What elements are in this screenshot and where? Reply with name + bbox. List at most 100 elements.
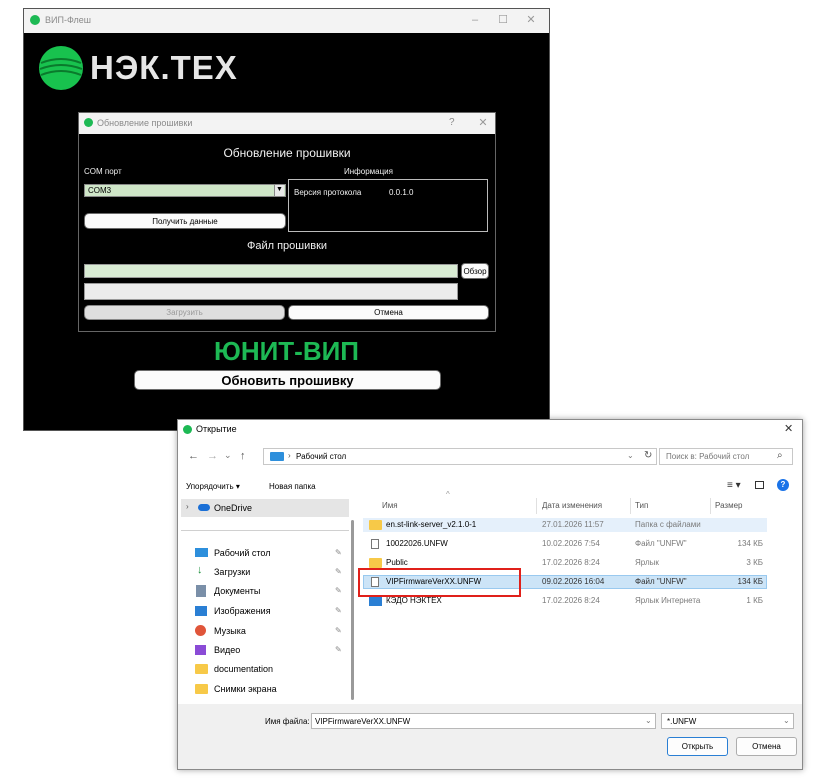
document-icon (196, 585, 206, 597)
company-logo-icon (39, 46, 83, 90)
highlight-box (358, 568, 521, 597)
pin-icon[interactable]: ✎ (335, 548, 342, 557)
nav-scrollbar[interactable] (351, 520, 354, 700)
nav-item-screenshots[interactable]: Снимки экрана (195, 681, 345, 697)
file-type-filter[interactable]: *.UNFW ⌄ (661, 713, 794, 729)
file-date: 09.02.2026 16:04 (542, 577, 605, 586)
file-date: 27.01.2026 11:57 (542, 520, 604, 529)
pin-icon[interactable]: ✎ (335, 567, 342, 576)
nav-item-downloads[interactable]: ↓ Загрузки ✎ (195, 564, 345, 580)
file-type: Ярлык (635, 558, 659, 567)
firmware-file-input[interactable] (84, 264, 458, 278)
file-row[interactable]: en.st-link-server_v2.1.0-1 27.01.2026 11… (363, 518, 767, 532)
info-label: Информация (344, 167, 393, 176)
pin-icon[interactable]: ✎ (335, 645, 342, 654)
preview-pane-icon[interactable] (755, 481, 764, 489)
firmware-dialog-titlebar[interactable]: Обновление прошивки ? ✕ (79, 113, 495, 134)
pin-icon[interactable]: ✎ (335, 586, 342, 595)
nav-item-downloads-label: Загрузки (214, 567, 251, 577)
back-arrow-icon[interactable]: ← (188, 450, 199, 462)
organize-button[interactable]: Упорядочить ▾ (186, 482, 240, 491)
shortcut-folder-icon (369, 558, 382, 568)
filename-input[interactable]: VIPFirmwareVerXX.UNFW ⌄ (311, 713, 656, 729)
sort-indicator-icon: ^ (446, 490, 450, 499)
pin-icon[interactable]: ✎ (335, 626, 342, 635)
nav-onedrive[interactable]: › OneDrive (181, 499, 349, 517)
protocol-version-value: 0.0.1.0 (389, 188, 414, 197)
file-date: 17.02.2026 8:24 (542, 596, 600, 605)
column-date[interactable]: Дата изменения (542, 501, 602, 510)
column-size[interactable]: Размер (715, 501, 743, 510)
open-dialog-footer: Имя файла: VIPFirmwareVerXX.UNFW ⌄ *.UNF… (178, 704, 802, 769)
download-icon: ↓ (197, 564, 203, 576)
organize-label: Упорядочить (186, 482, 234, 491)
refresh-icon[interactable]: ↻ (644, 450, 652, 461)
file-date: 17.02.2026 8:24 (542, 558, 600, 567)
chevron-down-icon[interactable]: ▼ (274, 185, 284, 196)
file-size: 134 КБ (737, 539, 763, 548)
nav-item-documents-label: Документы (214, 586, 261, 596)
close-icon[interactable]: ✕ (517, 13, 545, 26)
cloud-icon (198, 504, 210, 511)
desktop-folder-icon (270, 452, 284, 461)
protocol-version-label: Версия протокола (294, 188, 362, 197)
browse-button[interactable]: Обзор (461, 263, 489, 279)
help-icon[interactable]: ? (449, 117, 455, 128)
expand-chevron-icon[interactable]: › (186, 502, 189, 511)
nav-item-documents[interactable]: Документы ✎ (195, 583, 345, 599)
firmware-file-label: Файл прошивки (246, 240, 328, 252)
nav-item-pictures[interactable]: Изображения ✎ (195, 603, 345, 619)
dialog-close-icon[interactable]: ✕ (469, 116, 497, 129)
pin-icon[interactable]: ✎ (335, 606, 342, 615)
breadcrumb[interactable]: Рабочий стол (296, 452, 346, 461)
company-logo-text: НЭК.ТЕХ (90, 49, 238, 86)
app-titlebar[interactable]: ВИП-Флеш – ☐ ✕ (24, 9, 549, 33)
get-data-button[interactable]: Получить данные (84, 213, 286, 229)
column-divider (536, 498, 537, 514)
view-options-icon[interactable]: ≡ ▾ (727, 480, 741, 491)
filter-dropdown-icon[interactable]: ⌄ (783, 716, 790, 725)
folder-icon (195, 664, 208, 674)
internet-shortcut-icon (369, 596, 382, 606)
video-icon (195, 645, 206, 655)
com-port-label: COM порт (84, 167, 122, 176)
nav-item-videos[interactable]: Видео ✎ (195, 642, 345, 658)
info-box: Версия протокола 0.0.1.0 (288, 179, 488, 232)
column-name[interactable]: Имя (382, 501, 398, 510)
firmware-dialog-title: Обновление прошивки (97, 118, 193, 128)
recent-chevron-icon[interactable]: ⌄ (224, 450, 232, 461)
file-row[interactable]: 10022026.UNFW 10.02.2026 7:54 Файл "UNFW… (363, 537, 767, 551)
maximize-icon[interactable]: ☐ (489, 13, 517, 26)
update-firmware-button[interactable]: Обновить прошивку (134, 370, 441, 390)
nav-item-pictures-label: Изображения (214, 606, 271, 616)
cancel-button[interactable]: Отмена (288, 305, 489, 320)
open-dialog-titlebar[interactable]: Открытие ✕ (178, 420, 802, 439)
forward-arrow-icon[interactable]: → (207, 450, 218, 462)
new-folder-button[interactable]: Новая папка (269, 482, 316, 491)
nav-item-documentation[interactable]: documentation (195, 661, 345, 677)
address-dropdown-icon[interactable]: ⌄ (627, 451, 634, 460)
filename-dropdown-icon[interactable]: ⌄ (645, 716, 652, 725)
minimize-icon[interactable]: – (461, 14, 489, 26)
column-divider (630, 498, 631, 514)
open-file-dialog: Открытие ✕ ← → ⌄ ↑ › Рабочий стол ⌄ ↻ По… (177, 419, 803, 770)
up-arrow-icon[interactable]: ↑ (240, 450, 246, 462)
com-port-select[interactable]: COM3 ▼ (84, 184, 286, 197)
file-type: Файл "UNFW" (635, 539, 687, 548)
folder-icon (195, 684, 208, 694)
column-type[interactable]: Тип (635, 501, 648, 510)
nav-item-music[interactable]: Музыка ✎ (195, 623, 345, 639)
search-input[interactable]: Поиск в: Рабочий стол ⌕ (659, 448, 793, 465)
open-dialog-title: Открытие (196, 424, 237, 434)
upload-button[interactable]: Загрузить (84, 305, 285, 320)
address-bar[interactable]: › Рабочий стол ⌄ ↻ (263, 448, 657, 465)
nav-item-desktop-label: Рабочий стол (214, 548, 271, 558)
open-dialog-close-icon[interactable]: ✕ (784, 422, 793, 435)
help-icon[interactable]: ? (777, 479, 789, 491)
dialog-cancel-button[interactable]: Отмена (736, 737, 797, 756)
nav-item-music-label: Музыка (214, 626, 246, 636)
nav-onedrive-label: OneDrive (214, 503, 253, 513)
nav-item-desktop[interactable]: Рабочий стол ✎ (195, 545, 345, 561)
open-button[interactable]: Открыть (667, 737, 728, 756)
file-size: 1 КБ (746, 596, 763, 605)
